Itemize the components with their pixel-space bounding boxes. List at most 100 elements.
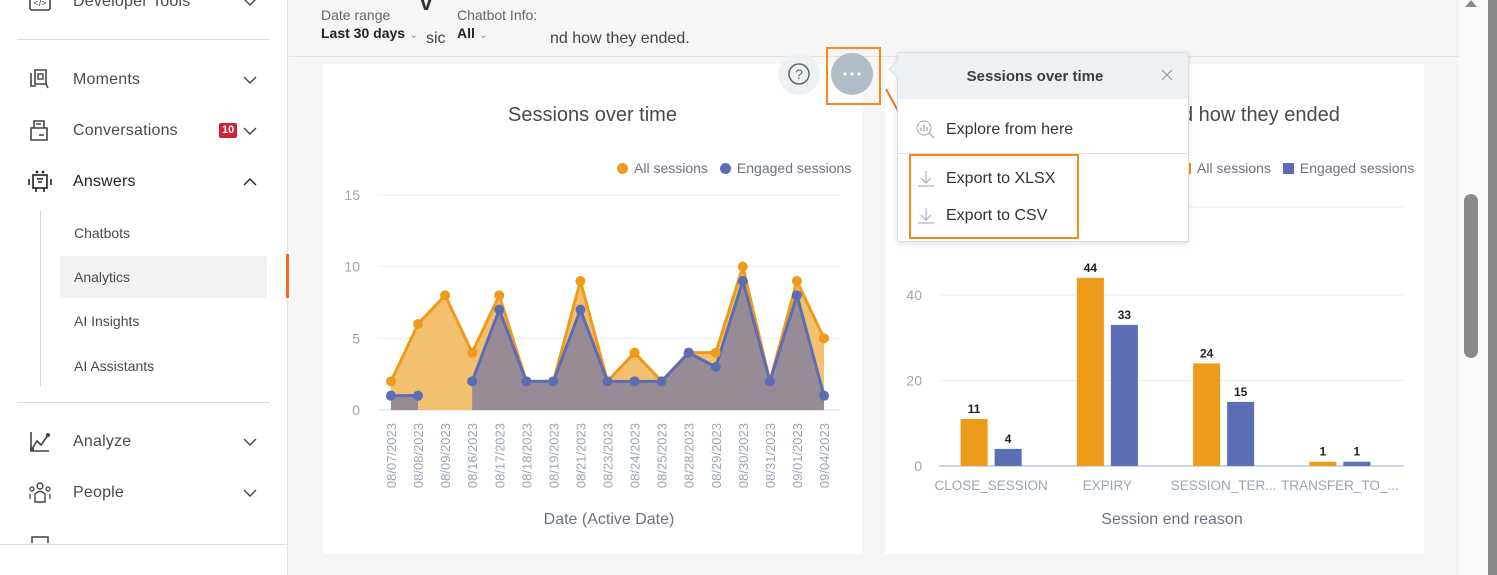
engaged-sessions-point	[521, 376, 532, 387]
x-tick-label: 09/04/2023	[817, 423, 832, 488]
divider	[17, 402, 270, 403]
all-sessions-point	[791, 276, 802, 286]
engaged-sessions-point	[710, 362, 721, 372]
people-icon	[29, 482, 51, 503]
submenu-line	[40, 210, 41, 386]
x-tick-label: SESSION_TER...	[1171, 478, 1277, 493]
all-sessions-point	[440, 290, 451, 301]
x-tick-label: 08/24/2023	[628, 423, 643, 488]
y-tick-label: 10	[344, 259, 360, 275]
chatbot-value: All	[457, 25, 475, 41]
chatbot-info-label: Chatbot Info:	[457, 7, 538, 23]
active-indicator	[286, 254, 289, 298]
sidebar-subitem-ai-insights[interactable]: AI Insights	[60, 300, 267, 342]
bar-data-label: 33	[1118, 308, 1132, 322]
engaged-sessions-point	[467, 376, 478, 387]
x-tick-label: 08/29/2023	[709, 423, 724, 488]
engaged-sessions-point	[737, 276, 748, 286]
bar-data-label: 24	[1200, 346, 1214, 360]
chatbot-select[interactable]: All ⌄	[457, 25, 488, 41]
x-axis-title: Session end reason	[1101, 511, 1242, 528]
menu-item-label: Explore from here	[946, 121, 1074, 138]
date-range-select[interactable]: Last 30 days ⌄	[321, 25, 423, 41]
sidebar-item-answers[interactable]: Answers	[0, 162, 288, 202]
date-range-label: Date range	[321, 7, 391, 23]
sidebar: </> Developer Tools Moments Conversation…	[0, 0, 289, 575]
close-icon[interactable]	[1160, 68, 1174, 82]
x-tick-label: 08/08/2023	[411, 423, 426, 488]
all-sessions-point	[710, 347, 721, 358]
sidebar-item-label: People	[73, 484, 125, 501]
y-tick-label: 0	[914, 458, 922, 474]
x-tick-label: EXPIRY	[1083, 478, 1132, 493]
divider	[0, 544, 288, 545]
x-tick-label: CLOSE_SESSION	[934, 478, 1047, 493]
all-sessions-point	[575, 276, 586, 286]
scrollbar-thumb[interactable]	[1464, 194, 1478, 358]
bar-data-label: 4	[1005, 432, 1012, 446]
x-tick-label: TRANSFER_TO_...	[1281, 478, 1399, 493]
bot-icon	[28, 170, 52, 192]
chevron-up-icon	[243, 178, 257, 186]
x-tick-label: 08/19/2023	[546, 423, 561, 488]
analyze-icon	[30, 432, 50, 452]
bar-data-label: 11	[968, 402, 981, 416]
svg-text:</>: </>	[33, 0, 46, 8]
sidebar-item-label: Analyze	[73, 433, 132, 450]
x-tick-label: 08/28/2023	[682, 423, 697, 488]
x-tick-label: 08/07/2023	[384, 423, 399, 488]
engaged-sessions-point	[413, 390, 424, 401]
sidebar-subitem-analytics[interactable]: Analytics	[60, 256, 267, 298]
engaged-sessions-point	[494, 304, 505, 315]
all-sessions-point	[386, 376, 396, 387]
sidebar-subitem-ai-assistants[interactable]: AI Assistants	[60, 345, 267, 387]
sidebar-item-label: Moments	[73, 71, 141, 88]
code-icon: </>	[29, 0, 51, 11]
x-tick-label: 08/31/2023	[763, 423, 778, 488]
x-tick-label: 08/09/2023	[438, 423, 453, 488]
engaged-sessions-area	[472, 281, 824, 410]
engaged-sessions-bar	[994, 448, 1022, 466]
all-sessions-bar	[1309, 461, 1337, 466]
y-tick-label: 20	[906, 373, 922, 389]
page-heading-fragment: v	[420, 0, 433, 15]
help-button[interactable]: ?	[778, 53, 820, 95]
all-sessions-point	[467, 347, 478, 358]
chevron-down-icon	[243, 76, 257, 84]
x-tick-label: 09/01/2023	[790, 423, 805, 488]
sidebar-item-developer-tools[interactable]: </> Developer Tools	[0, 0, 288, 22]
engaged-sessions-point	[629, 376, 640, 387]
engaged-sessions-point	[819, 390, 829, 401]
scroll-up-icon[interactable]	[1465, 0, 1477, 7]
chevron-down-icon	[244, 0, 256, 6]
highlight-box-export	[909, 154, 1079, 239]
engaged-sessions-point	[386, 390, 396, 401]
svg-text:?: ?	[795, 66, 803, 82]
help-icon: ?	[788, 63, 810, 85]
engaged-sessions-point	[683, 347, 694, 358]
sidebar-item-moments[interactable]: Moments	[0, 60, 288, 100]
engaged-sessions-point	[575, 304, 586, 315]
engaged-sessions-bar	[1343, 461, 1371, 466]
x-axis-title: Date (Active Date)	[544, 511, 675, 528]
menu-item-explore[interactable]: Explore from here	[898, 112, 1188, 148]
bar-data-label: 1	[1354, 445, 1361, 459]
window-edge	[1488, 0, 1497, 575]
date-range-value: Last 30 days	[321, 25, 406, 41]
menu-title: Sessions over time	[966, 67, 1104, 85]
sidebar-item-conversations[interactable]: Conversations 10	[0, 111, 288, 151]
sidebar-item-analyze[interactable]: Analyze	[0, 422, 288, 462]
sidebar-item-label: Answers	[73, 173, 136, 190]
all-sessions-point	[494, 290, 505, 301]
engaged-sessions-bar	[1110, 324, 1138, 466]
all-sessions-point	[819, 333, 829, 344]
bar-data-label: 15	[1234, 385, 1248, 399]
chevron-down-icon	[243, 127, 257, 135]
sidebar-subitem-chatbots[interactable]: Chatbots	[60, 212, 267, 254]
engaged-sessions-point	[548, 376, 559, 387]
sidebar-item-people[interactable]: People	[0, 473, 288, 513]
x-tick-label: 08/16/2023	[465, 423, 480, 488]
menu-header: Sessions over time	[898, 53, 1188, 99]
engaged-sessions-point	[791, 290, 802, 301]
chevron-down-icon	[243, 438, 257, 446]
